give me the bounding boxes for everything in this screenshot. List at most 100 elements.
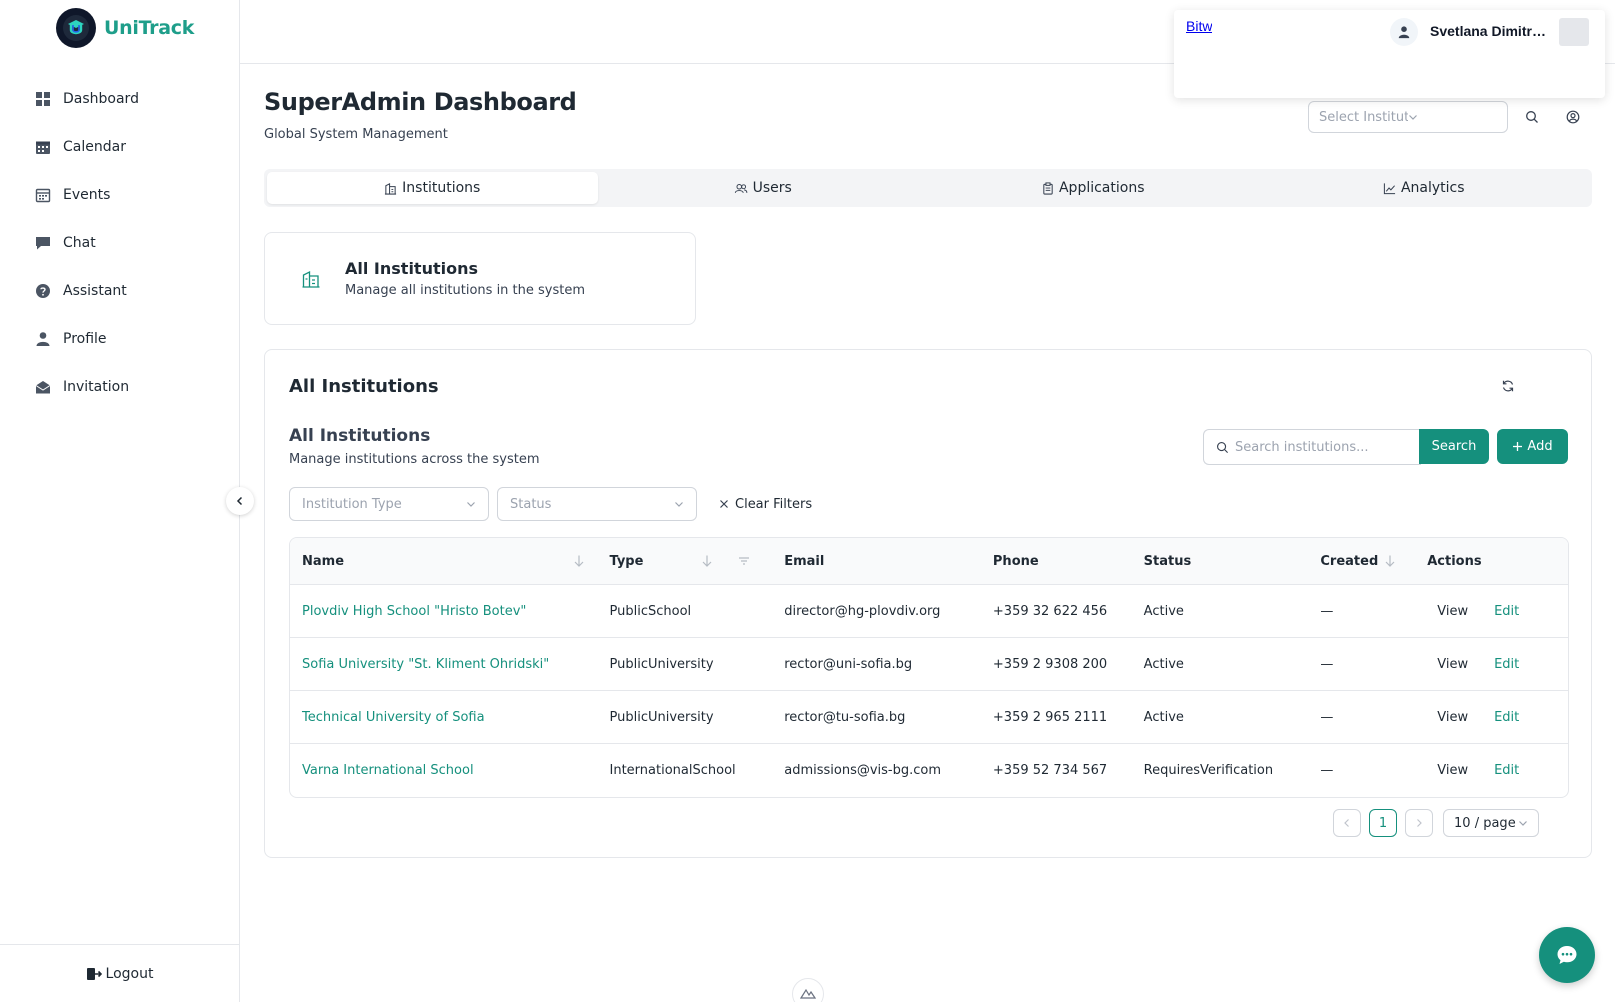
plus-icon	[1512, 441, 1523, 452]
edit-button[interactable]: Edit	[1494, 763, 1519, 778]
sidebar-nav: Dashboard Calendar Events Chat Assistant	[0, 75, 239, 411]
column-header-actions: Actions	[1427, 553, 1482, 569]
user-icon	[34, 331, 51, 348]
filter-icon[interactable]	[738, 554, 750, 568]
user-icon	[1397, 25, 1411, 39]
sidebar-item-label: Dashboard	[63, 91, 139, 107]
dashboard-icon	[34, 91, 51, 108]
tab-label: Analytics	[1400, 180, 1465, 196]
logout-label: Logout	[105, 965, 154, 982]
page-size-select[interactable]: 10 / page	[1443, 809, 1539, 837]
sort-arrow-icon[interactable]	[1384, 554, 1396, 568]
next-page-button[interactable]	[1405, 809, 1433, 837]
search-icon	[1216, 441, 1229, 454]
column-header-email: Email	[784, 553, 825, 569]
sidebar-item-label: Calendar	[63, 139, 126, 155]
institution-status: Active	[1143, 603, 1184, 619]
page-size-text: 10 / page	[1454, 815, 1516, 831]
column-header-phone: Phone	[992, 553, 1039, 569]
close-icon	[719, 499, 729, 509]
chevron-right-icon	[1415, 818, 1423, 828]
institution-search-box	[1203, 429, 1421, 465]
institution-select-placeholder: Select Institution to Manage	[1319, 109, 1408, 125]
summary-card-title: All Institutions	[345, 259, 478, 278]
institution-phone: +359 2 9308 200	[992, 656, 1108, 672]
edit-button[interactable]: Edit	[1494, 710, 1519, 725]
view-button[interactable]: View	[1437, 710, 1468, 725]
sidebar-item-chat[interactable]: Chat	[0, 219, 239, 267]
password-manager-link[interactable]: Bitwarden	[1186, 18, 1212, 34]
section-description: Manage institutions across the system	[289, 452, 540, 467]
tab-label: Applications	[1058, 180, 1145, 196]
building-icon	[384, 182, 397, 195]
institution-select[interactable]: Select Institution to Manage	[1308, 101, 1508, 133]
edit-button[interactable]: Edit	[1494, 657, 1519, 672]
tab-institutions[interactable]: Institutions	[267, 172, 598, 204]
tab-analytics[interactable]: Analytics	[1259, 172, 1590, 204]
sidebar-item-calendar[interactable]: Calendar	[0, 123, 239, 171]
app-logo[interactable]: UniTrack	[56, 8, 194, 48]
table-row: Sofia University "St. Kliment Ohridski" …	[290, 638, 1568, 691]
clear-filters-label: Clear Filters	[735, 496, 813, 512]
institution-email: rector@uni-sofia.bg	[784, 656, 913, 672]
header-account-button[interactable]	[1562, 106, 1584, 128]
sidebar-item-events[interactable]: Events	[0, 171, 239, 219]
sidebar-item-label: Assistant	[63, 283, 127, 299]
user-name[interactable]: Svetlana Dimitrova	[1430, 23, 1546, 39]
page-1-button[interactable]: 1	[1369, 809, 1397, 837]
view-button[interactable]: View	[1437, 604, 1468, 619]
chevron-down-icon	[674, 499, 684, 509]
page-title: SuperAdmin Dashboard	[264, 88, 577, 116]
sidebar: UniTrack Dashboard Calendar Events Chat	[0, 0, 240, 1002]
sidebar-item-profile[interactable]: Profile	[0, 315, 239, 363]
institution-type: InternationalSchool	[609, 763, 736, 778]
sort-arrow-icon[interactable]	[701, 554, 713, 568]
institution-type-filter[interactable]: Institution Type	[289, 487, 489, 521]
view-button[interactable]: View	[1437, 763, 1468, 778]
institution-type: PublicUniversity	[609, 656, 714, 672]
filter-placeholder: Status	[510, 496, 552, 512]
sidebar-item-invitation[interactable]: Invitation	[0, 363, 239, 411]
users-icon	[734, 182, 748, 195]
institution-name-link[interactable]: Varna International School	[302, 763, 474, 778]
status-filter[interactable]: Status	[497, 487, 697, 521]
user-avatar[interactable]	[1390, 18, 1418, 46]
add-institution-button[interactable]: Add	[1497, 429, 1568, 464]
header-search-button[interactable]	[1521, 106, 1543, 128]
sidebar-item-dashboard[interactable]: Dashboard	[0, 75, 239, 123]
institution-created: —	[1320, 709, 1334, 725]
filter-placeholder: Institution Type	[302, 496, 402, 512]
tab-users[interactable]: Users	[598, 172, 929, 204]
column-header-created[interactable]: Created	[1308, 538, 1415, 584]
sidebar-item-label: Events	[63, 187, 111, 203]
devtools-badge[interactable]	[792, 978, 824, 1002]
logo-icon	[56, 8, 96, 48]
chat-icon	[34, 235, 51, 252]
summary-card-description: Manage all institutions in the system	[345, 283, 586, 298]
view-button[interactable]: View	[1437, 657, 1468, 672]
edit-button[interactable]: Edit	[1494, 604, 1519, 619]
institution-name-link[interactable]: Technical University of Sofia	[302, 710, 485, 725]
institutions-summary-card[interactable]: All Institutions Manage all institutions…	[264, 232, 696, 325]
sort-arrow-icon[interactable]	[573, 554, 585, 568]
building-icon	[301, 269, 321, 289]
tab-applications[interactable]: Applications	[928, 172, 1259, 204]
sidebar-item-assistant[interactable]: Assistant	[0, 267, 239, 315]
previous-page-button[interactable]	[1333, 809, 1361, 837]
user-circle-icon	[1566, 110, 1580, 124]
column-header-type[interactable]: Type	[598, 538, 773, 584]
chat-assistant-button[interactable]	[1539, 927, 1595, 983]
clear-filters-button[interactable]: Clear Filters	[719, 487, 812, 521]
institutions-panel: All Institutions All Institutions Manage…	[264, 349, 1592, 858]
column-header-name[interactable]: Name	[290, 538, 598, 584]
chat-bubble-icon	[1555, 943, 1579, 967]
user-menu-toggle[interactable]	[1559, 18, 1589, 46]
search-button[interactable]: Search	[1419, 429, 1489, 464]
refresh-button[interactable]	[1497, 375, 1519, 397]
sidebar-collapse-button[interactable]	[226, 487, 254, 515]
logout-button[interactable]: Logout	[0, 944, 239, 1002]
app-name: UniTrack	[104, 17, 195, 39]
institution-name-link[interactable]: Plovdiv High School "Hristo Botev"	[302, 604, 526, 619]
institution-search-input[interactable]	[1235, 439, 1415, 455]
institution-name-link[interactable]: Sofia University "St. Kliment Ohridski"	[302, 657, 549, 672]
